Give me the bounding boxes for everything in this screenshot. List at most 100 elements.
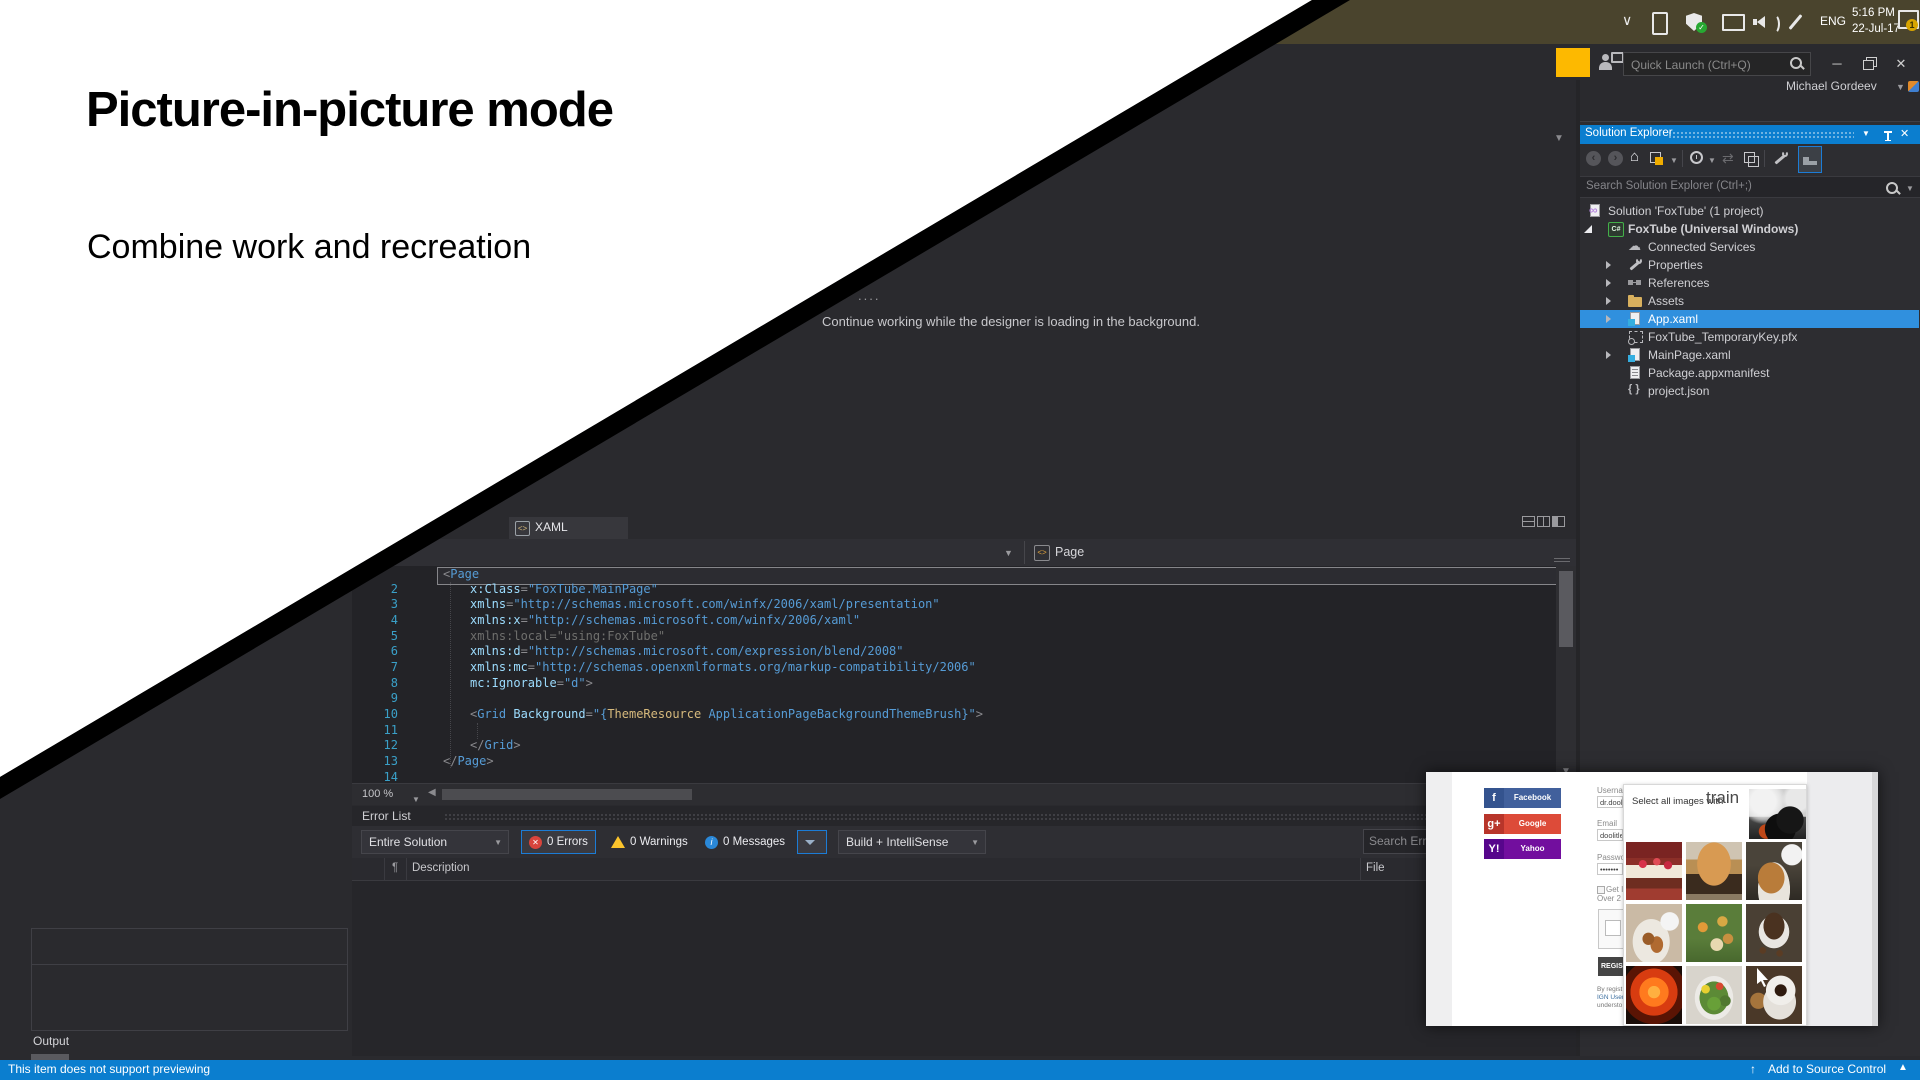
tree-item-references[interactable]: References <box>1580 274 1919 292</box>
expand-icon[interactable] <box>1606 261 1611 269</box>
breadcrumb-dropdown-icon[interactable]: ▼ <box>1004 548 1013 558</box>
code-line[interactable]: mc:Ignorable="d"> <box>470 676 593 691</box>
tree-item-foxtube-universal-windows-[interactable]: C#FoxTube (Universal Windows) <box>1580 220 1919 238</box>
captcha-tile-vegetable-salad[interactable] <box>1686 966 1742 1024</box>
tree-item-properties[interactable]: Properties <box>1580 256 1919 274</box>
severity-column-icon[interactable]: ¶ <box>392 862 398 874</box>
error-list-search-input[interactable]: Search Err <box>1363 829 1429 854</box>
user-dropdown-icon[interactable]: ▼ <box>1896 82 1905 92</box>
filter-dropdown-icon[interactable]: ▼ <box>1708 156 1716 165</box>
search-options-dropdown-icon[interactable]: ▼ <box>1906 184 1914 193</box>
hscroll-left-icon[interactable]: ◀ <box>428 787 436 798</box>
build-filter-dropdown[interactable]: Build + IntelliSense ▼ <box>838 830 986 854</box>
terms-link[interactable]: IGN User <box>1597 994 1624 1002</box>
tree-item-solution-foxtube-1-project-[interactable]: ∞Solution 'FoxTube' (1 project) <box>1580 202 1919 220</box>
minimize-button[interactable]: ─ <box>1822 52 1852 76</box>
split-vertical-button[interactable] <box>1537 516 1550 527</box>
collapse-dropdown-icon[interactable]: ▼ <box>1670 156 1678 165</box>
user-avatar[interactable] <box>1908 81 1919 92</box>
tree-item-app-xaml[interactable]: App.xaml <box>1580 310 1919 328</box>
editor-windows-dropdown-icon[interactable]: ▼ <box>1554 133 1564 144</box>
captcha-tile-coffee-beans[interactable] <box>1746 904 1802 962</box>
tree-item-mainpage-xaml[interactable]: MainPage.xaml <box>1580 346 1919 364</box>
language-indicator[interactable]: ENG <box>1820 14 1846 28</box>
code-line[interactable]: xmlns:x="http://schemas.microsoft.com/wi… <box>470 613 860 628</box>
recaptcha-widget[interactable] <box>1598 909 1626 949</box>
tray-chevron-icon[interactable]: ∨ <box>1622 12 1632 29</box>
code-line[interactable]: xmlns:local="using:FoxTube" <box>470 629 665 644</box>
expand-icon[interactable] <box>1606 297 1611 305</box>
captcha-tile-strawberry-cake[interactable] <box>1626 842 1682 900</box>
expand-icon[interactable] <box>1606 279 1611 287</box>
signed-in-user[interactable]: Michael Gordeev <box>1786 79 1877 93</box>
code-line[interactable]: xmlns:mc="http://schemas.openxmlformats.… <box>470 660 976 675</box>
tree-item-connected-services[interactable]: ☁Connected Services <box>1580 238 1919 256</box>
captcha-tile-burger-and-coffee[interactable] <box>1746 842 1802 900</box>
recaptcha-checkbox[interactable] <box>1605 920 1621 936</box>
password-field[interactable]: ••••••• <box>1597 863 1623 875</box>
quick-launch-input[interactable]: Quick Launch (Ctrl+Q) <box>1623 52 1811 76</box>
yahoo-login-button[interactable]: Y! Yahoo <box>1484 839 1561 859</box>
messages-toggle-button[interactable]: i 0 Messages <box>698 830 792 854</box>
close-panel-icon[interactable]: ✕ <box>1900 127 1909 140</box>
column-file[interactable]: File <box>1366 862 1385 874</box>
breadcrumb-element[interactable]: Page <box>1055 545 1084 559</box>
warnings-toggle-button[interactable]: 0 Warnings <box>604 830 695 854</box>
tree-item-project-json[interactable]: { }project.json <box>1580 382 1919 400</box>
forward-button[interactable]: › <box>1608 151 1623 166</box>
code-line[interactable]: <Grid Background="{ThemeResource Applica… <box>470 707 983 722</box>
back-button[interactable]: ‹ <box>1586 151 1601 166</box>
tree-item-package-appxmanifest[interactable]: Package.appxmanifest <box>1580 364 1919 382</box>
errors-toggle-button[interactable]: ✕ 0 Errors <box>521 830 596 854</box>
code-line[interactable]: xmlns="http://schemas.microsoft.com/winf… <box>470 597 940 612</box>
newsletter-checkbox[interactable] <box>1597 886 1605 894</box>
expand-icon[interactable] <box>1606 351 1611 359</box>
username-field[interactable]: dr.dooli <box>1597 796 1623 808</box>
tree-item-assets[interactable]: Assets <box>1580 292 1919 310</box>
captcha-tile-dessert-cup[interactable] <box>1686 842 1742 900</box>
pen-input-icon[interactable] <box>1789 14 1803 30</box>
column-description[interactable]: Description <box>412 862 470 874</box>
expand-icon[interactable] <box>1606 315 1611 323</box>
captcha-tile-glowing-fruit-bowl[interactable] <box>1626 966 1682 1024</box>
search-icon[interactable] <box>1786 53 1810 75</box>
feedback-icon[interactable] <box>1602 54 1609 61</box>
notifications-flag-button[interactable] <box>1556 48 1590 77</box>
error-list-title[interactable]: Error List <box>362 809 411 823</box>
picture-in-picture-window[interactable]: f Facebook g+ Google Y! Yahoo Userna dr.… <box>1426 772 1878 1026</box>
code-line[interactable]: </Grid> <box>470 738 521 753</box>
close-button[interactable]: ✕ <box>1886 52 1916 76</box>
pip-page-scrollbar[interactable] <box>1872 772 1878 1026</box>
usb-device-icon[interactable] <box>1652 12 1668 35</box>
show-all-files-toggle[interactable] <box>1798 146 1822 173</box>
code-line[interactable]: x:Class="FoxTube.MainPage" <box>470 582 658 597</box>
filter-button[interactable] <box>797 830 827 854</box>
pending-changes-filter-icon[interactable] <box>1690 151 1703 164</box>
solution-explorer-titlebar[interactable]: Solution Explorer ▼ ✕ <box>1580 125 1920 144</box>
hscroll-thumb[interactable] <box>442 789 692 800</box>
code-line[interactable]: <Page <box>443 567 479 582</box>
collapse-icon[interactable] <box>1584 225 1592 233</box>
tab-xaml[interactable]: <> XAML <box>509 517 628 539</box>
solution-explorer-search-input[interactable]: Search Solution Explorer (Ctrl+;) ▼ <box>1580 176 1920 198</box>
google-login-button[interactable]: g+ Google <box>1484 814 1561 834</box>
window-position-dropdown-icon[interactable]: ▼ <box>1862 129 1870 138</box>
home-icon[interactable]: ⌂ <box>1630 148 1639 165</box>
email-field[interactable]: doolitle <box>1597 829 1623 841</box>
swap-panes-button[interactable] <box>1552 516 1565 527</box>
editor-split-grip[interactable] <box>1548 556 1576 565</box>
captcha-tile-breakfast-plate[interactable] <box>1626 904 1682 962</box>
scope-filter-dropdown[interactable]: Entire Solution ▼ <box>361 830 509 854</box>
restore-button[interactable] <box>1854 52 1884 76</box>
zoom-level-dropdown[interactable]: 100 % ▼ <box>356 787 428 802</box>
output-window-label[interactable]: Output <box>33 1034 69 1048</box>
captcha-tile-coffee-cup-cookie[interactable] <box>1746 966 1802 1024</box>
add-to-source-control-button[interactable]: Add to Source Control <box>1768 1062 1886 1076</box>
sync-icon[interactable]: ⇄ <box>1722 150 1734 167</box>
code-line[interactable]: xmlns:d="http://schemas.microsoft.com/ex… <box>470 644 904 659</box>
source-control-expand-icon[interactable]: ▲ <box>1898 1062 1908 1073</box>
captcha-tile-walnut-salad[interactable] <box>1686 904 1742 962</box>
split-horizontal-button[interactable] <box>1522 516 1535 527</box>
tree-item-foxtube-temporarykey-pfx[interactable]: FoxTube_TemporaryKey.pfx <box>1580 328 1919 346</box>
facebook-login-button[interactable]: f Facebook <box>1484 788 1561 808</box>
